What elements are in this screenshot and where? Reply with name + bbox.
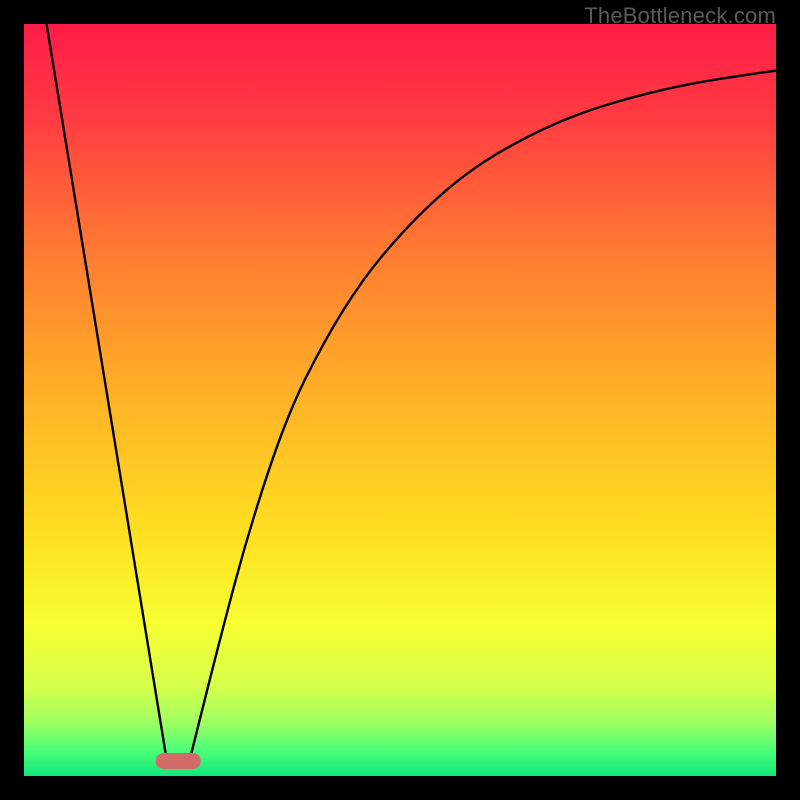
bottom-pill (156, 753, 201, 769)
gradient-background (24, 24, 776, 776)
chart-svg (24, 24, 776, 776)
chart-frame (24, 24, 776, 776)
marker-layer (156, 753, 201, 769)
